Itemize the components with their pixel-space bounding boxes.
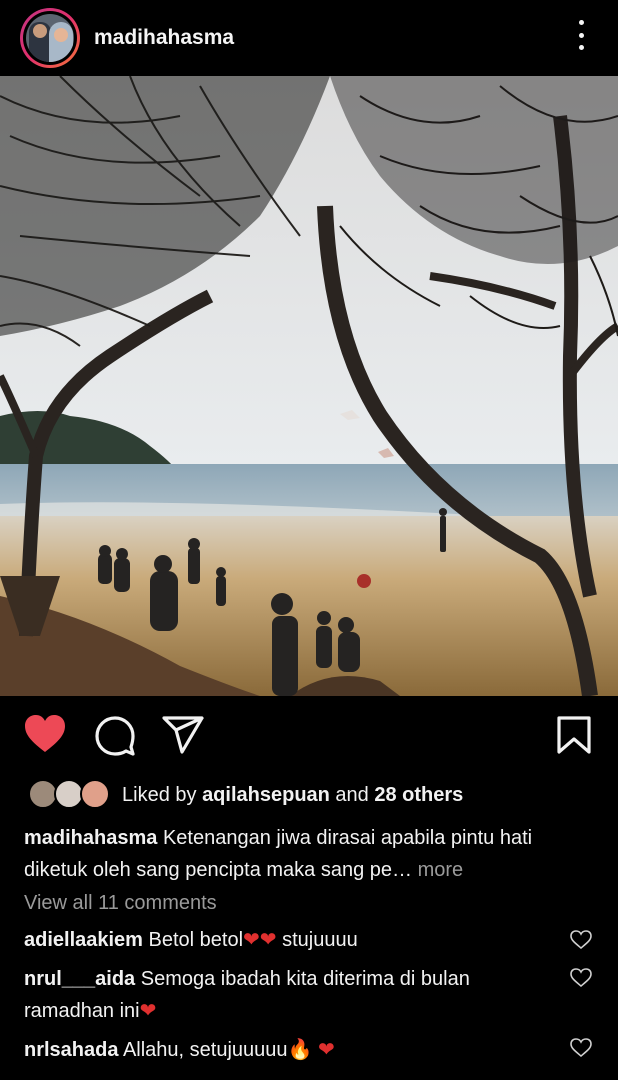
likes-summary[interactable]: Liked by aqilahsepuan and 28 others xyxy=(28,778,463,812)
comment-like-icon[interactable] xyxy=(570,968,592,988)
liker-avatars xyxy=(28,779,110,811)
comment-like-icon[interactable] xyxy=(570,1038,592,1058)
comment-icon[interactable] xyxy=(92,712,138,758)
likes-prefix: Liked by xyxy=(122,783,203,806)
comment-item: adiellaakiem Betol betol❤❤ stujuuuu xyxy=(24,924,554,956)
likes-text: Liked by aqilahsepuan and 28 others xyxy=(122,784,463,807)
post-header: madihahasma xyxy=(0,0,618,76)
post-caption: madihahasma Ketenangan jiwa dirasai apab… xyxy=(24,822,599,886)
heart-icon[interactable] xyxy=(22,712,68,758)
liker-username[interactable]: aqilahsepuan xyxy=(202,784,330,806)
post-actions-bar xyxy=(0,712,618,758)
beach-photo-image xyxy=(0,76,618,696)
comment-emoji: ❤❤ xyxy=(243,929,277,951)
comment-username[interactable]: adiellaakiem xyxy=(24,929,143,951)
comment-username[interactable]: nrlsahada xyxy=(24,1039,118,1061)
view-all-comments-link[interactable]: View all 11 comments xyxy=(24,892,217,915)
caption-username[interactable]: madihahasma xyxy=(24,827,157,849)
comment-item: nrul___aida Semoga ibadah kita diterima … xyxy=(24,963,554,1027)
likes-middle: and xyxy=(329,783,375,806)
avatar xyxy=(80,779,110,809)
likes-others[interactable]: 28 others xyxy=(374,784,463,806)
bookmark-icon[interactable] xyxy=(552,712,598,758)
comment-text: Allahu, setujuuuuu xyxy=(122,1039,288,1061)
post-photo[interactable] xyxy=(0,76,618,696)
caption-more-link[interactable]: more xyxy=(418,859,464,881)
comment-item: nrlsahada Allahu, setujuuuuu🔥 ❤ xyxy=(24,1034,554,1066)
comment-text-after: stujuuuu xyxy=(276,929,358,951)
profile-avatar-ring[interactable] xyxy=(20,8,80,68)
comment-username[interactable]: nrul___aida xyxy=(24,968,135,990)
post-username[interactable]: madihahasma xyxy=(94,26,234,50)
send-icon[interactable] xyxy=(160,712,206,758)
comment-text: Betol betol xyxy=(148,929,244,951)
comment-emoji: ❤ xyxy=(139,1000,157,1022)
comment-emoji: 🔥 ❤ xyxy=(287,1039,335,1061)
more-options-icon[interactable] xyxy=(576,20,586,50)
comment-like-icon[interactable] xyxy=(570,930,592,950)
avatar[interactable] xyxy=(26,14,74,62)
